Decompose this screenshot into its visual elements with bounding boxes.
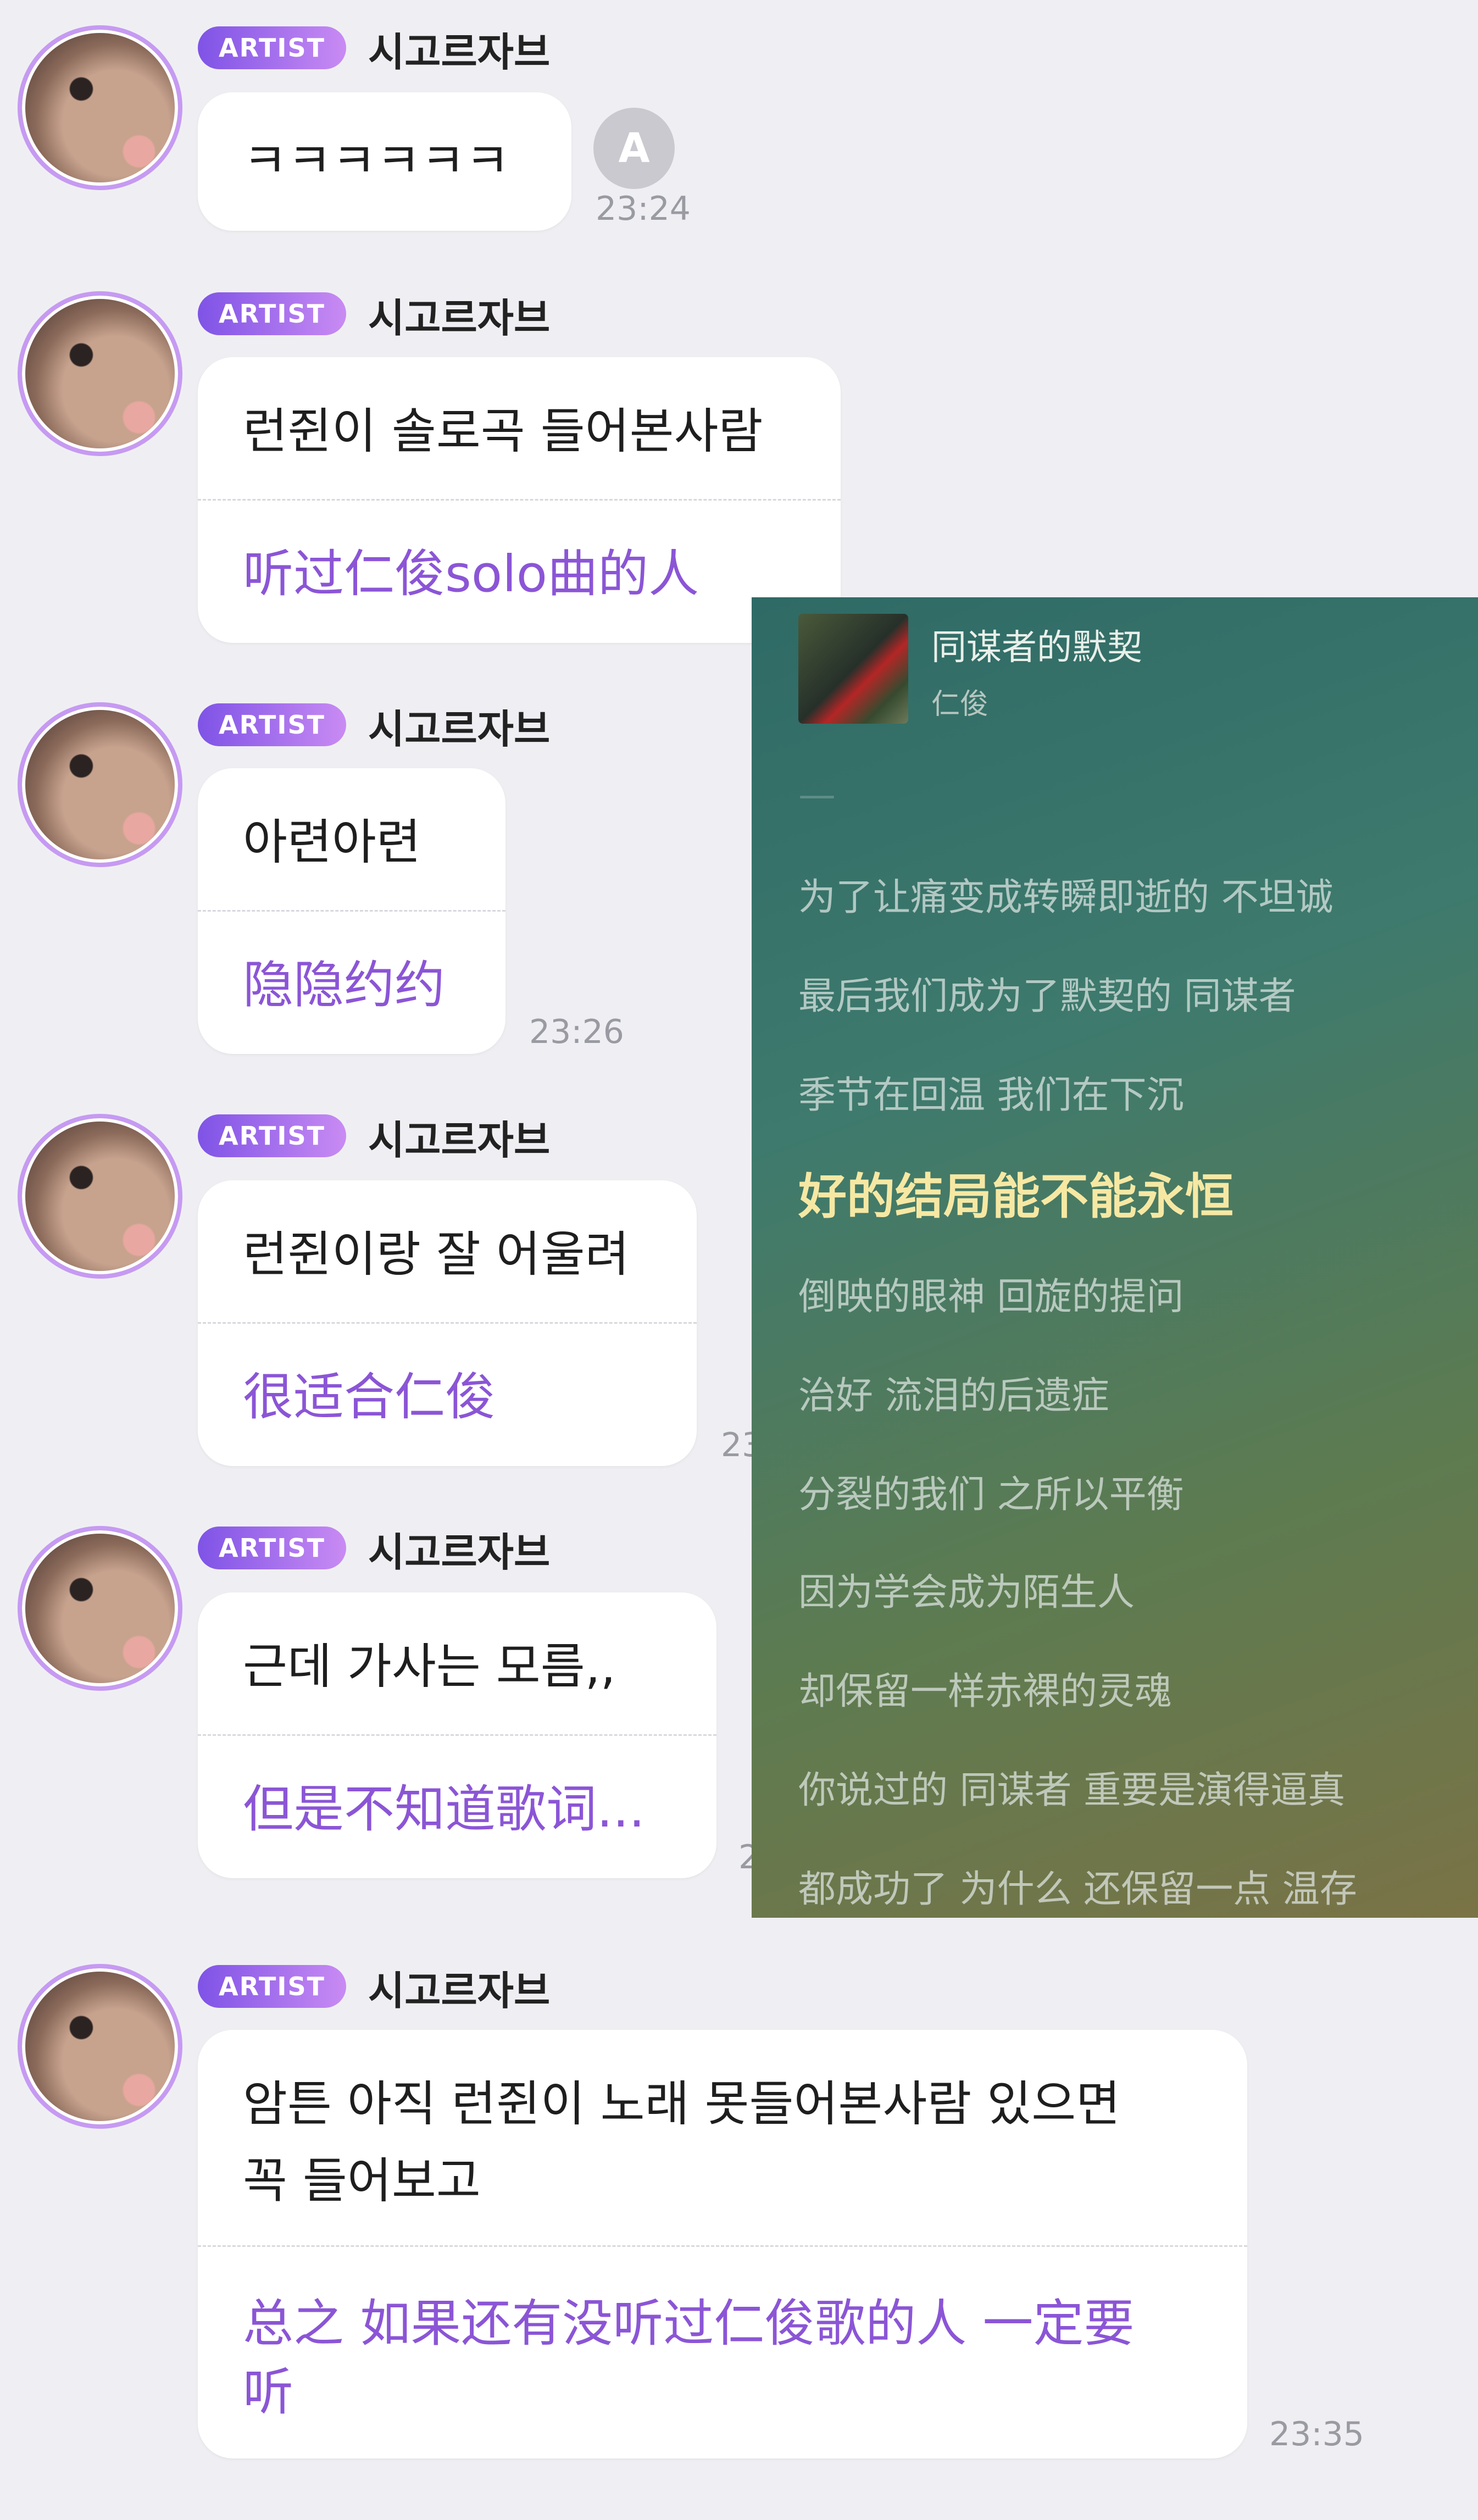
sender-name[interactable]: 시고르자브 bbox=[368, 697, 550, 754]
divider bbox=[198, 1322, 697, 1324]
avatar[interactable] bbox=[18, 25, 182, 190]
lyric-line[interactable]: 倒映的眼神 回旋的提问 bbox=[798, 1266, 1184, 1320]
message-bubble[interactable]: 근데 가사는 모름,, 但是不知道歌词... bbox=[198, 1592, 716, 1878]
artist-badge: ARTIST bbox=[198, 292, 346, 335]
translation-text: 但是不知道歌词... bbox=[243, 1780, 645, 1839]
message-bubble[interactable]: 아련아련 隐隐约约 bbox=[198, 768, 505, 1054]
avatar[interactable] bbox=[18, 1114, 182, 1279]
lyric-line[interactable]: 却保留一样赤裸的灵魂 bbox=[798, 1661, 1172, 1715]
translate-icon[interactable]: A bbox=[593, 108, 675, 189]
avatar[interactable] bbox=[18, 1964, 182, 2129]
album-cover[interactable] bbox=[798, 614, 908, 724]
translation-text: 总之 如果还有没听过仁俊歌的人 一定要 bbox=[243, 2294, 1135, 2353]
avatar[interactable] bbox=[18, 1526, 182, 1691]
message-bubble[interactable]: ㅋㅋㅋㅋㅋㅋ bbox=[198, 92, 571, 231]
message-text: 런쥔이 솔로곡 들어본사람 bbox=[243, 403, 763, 459]
divider bbox=[198, 910, 505, 912]
divider bbox=[198, 1734, 716, 1736]
timestamp: 23:24 bbox=[596, 190, 691, 228]
sender-name[interactable]: 시고르자브 bbox=[368, 1520, 550, 1578]
message-bubble[interactable]: 런쥔이 솔로곡 들어본사람 听过仁俊solo曲的人 bbox=[198, 357, 841, 643]
artist-badge: ARTIST bbox=[198, 1527, 346, 1569]
artist-badge: ARTIST bbox=[198, 1965, 346, 2008]
sender-name[interactable]: 시고르자브 bbox=[368, 1958, 550, 2016]
message-text: ㅋㅋㅋㅋㅋㅋ bbox=[243, 132, 510, 189]
lyrics-panel: 同谋者的默契 仁俊 — 为了让痛变成转瞬即逝的 不坦诚 最后我们成为了默契的 同… bbox=[752, 597, 1478, 1918]
artist-badge: ARTIST bbox=[198, 1114, 346, 1157]
message-bubble[interactable]: 런쥔이랑 잘 어울려 很适合仁俊 bbox=[198, 1180, 697, 1466]
message-text: 런쥔이랑 잘 어울려 bbox=[243, 1226, 630, 1283]
song-artist[interactable]: 仁俊 bbox=[931, 681, 988, 722]
lyric-line-active[interactable]: 好的结局能不能永恒 bbox=[798, 1158, 1233, 1228]
translation-text-line2: 听 bbox=[243, 2363, 294, 2422]
translation-text: 很适合仁俊 bbox=[243, 1368, 496, 1426]
artist-badge: ARTIST bbox=[198, 703, 346, 746]
lyric-line[interactable]: 最后我们成为了默契的 同谋者 bbox=[798, 965, 1296, 1020]
divider bbox=[198, 2245, 1247, 2247]
message-bubble[interactable]: 암튼 아직 런쥔이 노래 못들어본사람 있으면 꼭 들어보고 总之 如果还有没听… bbox=[198, 2030, 1247, 2458]
lyric-line[interactable]: 你说过的 同谋者 重要是演得逼真 bbox=[798, 1759, 1345, 1814]
timestamp: 23:35 bbox=[1269, 2415, 1364, 2454]
avatar[interactable] bbox=[18, 291, 182, 456]
translation-text: 隐隐约约 bbox=[243, 956, 446, 1014]
lyric-line[interactable]: 都成功了 为什么 还保留一点 温存 bbox=[798, 1858, 1357, 1913]
translation-text: 听过仁俊solo曲的人 bbox=[243, 545, 699, 603]
lyric-line[interactable]: 分裂的我们 之所以平衡 bbox=[798, 1464, 1184, 1518]
message-text: 근데 가사는 모름,, bbox=[243, 1638, 616, 1695]
lyric-line[interactable]: 治好 流泪的后遗症 bbox=[798, 1365, 1109, 1419]
avatar[interactable] bbox=[18, 702, 182, 867]
message-text: 암튼 아직 런쥔이 노래 못들어본사람 있으면 bbox=[243, 2075, 1121, 2132]
divider bbox=[198, 499, 841, 501]
lyric-line[interactable]: 因为学会成为陌生人 bbox=[798, 1562, 1135, 1616]
song-title[interactable]: 同谋者的默契 bbox=[931, 619, 1142, 670]
artist-badge: ARTIST bbox=[198, 26, 346, 69]
lyric-line[interactable]: 为了让痛变成转瞬即逝的 不坦诚 bbox=[798, 867, 1333, 921]
lyric-line[interactable]: 季节在回温 我们在下沉 bbox=[798, 1064, 1184, 1119]
sender-name[interactable]: 시고르자브 bbox=[368, 286, 550, 343]
sender-name[interactable]: 시고르자브 bbox=[368, 1108, 550, 1165]
message-text: 아련아련 bbox=[243, 814, 421, 870]
message-text-line2: 꼭 들어보고 bbox=[243, 2152, 481, 2209]
sender-name[interactable]: 시고르자브 bbox=[368, 20, 550, 77]
lyric-line: — bbox=[798, 773, 836, 817]
timestamp: 23:26 bbox=[529, 1013, 624, 1051]
